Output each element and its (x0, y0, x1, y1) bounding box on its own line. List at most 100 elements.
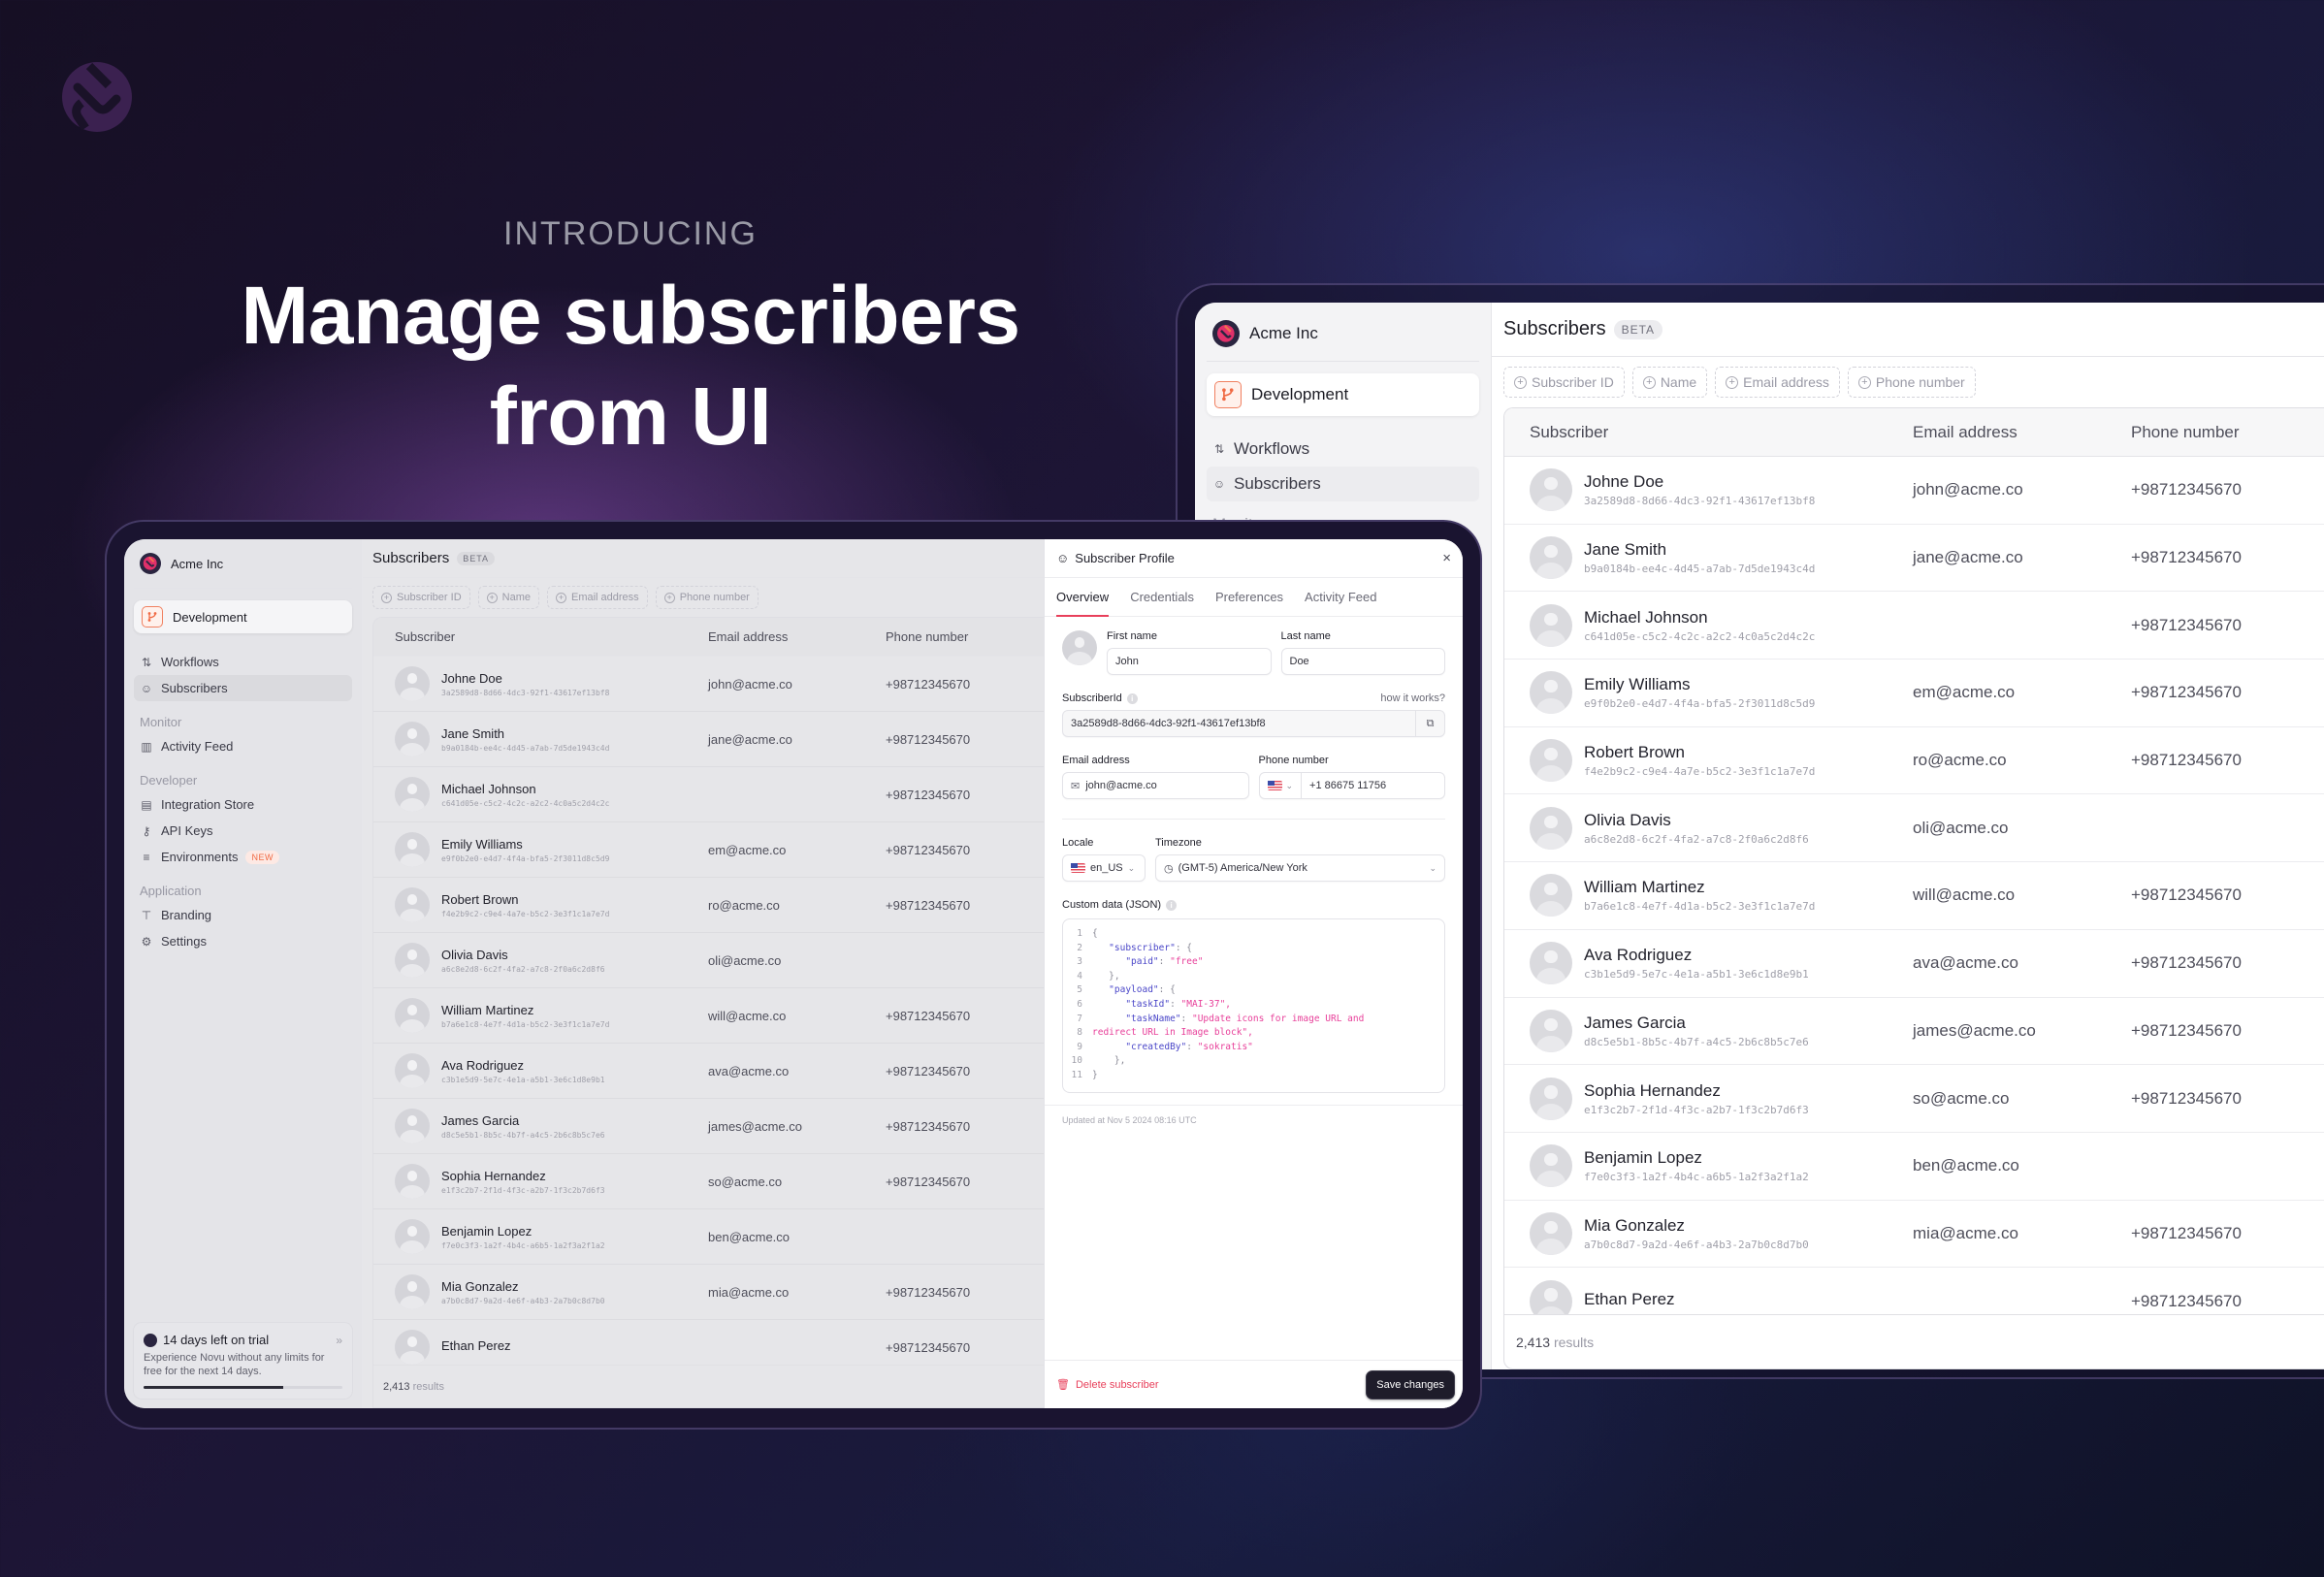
filter-email-address[interactable]: + Email address (546, 586, 648, 609)
filter-name[interactable]: + Name (477, 586, 539, 609)
sidebar-item-api-keys[interactable]: ⚷ API Keys (134, 818, 352, 844)
subscriber-name: James Garcia (1584, 1013, 1686, 1032)
subscriber-name: Sophia Hernandez (441, 1168, 546, 1183)
first-name-input[interactable]: John (1107, 648, 1272, 675)
column-header-phone[interactable]: Phone number (2131, 423, 2240, 442)
info-icon[interactable]: i (1166, 899, 1178, 911)
last-name-input[interactable]: Doe (1280, 648, 1445, 675)
subscriber-id: e1f3c2b7-2f1d-4f3c-a2b7-1f3c2b7d6f3 (441, 1185, 605, 1195)
table-row[interactable]: Michael Johnson c641d05e-c5c2-4c2c-a2c2-4… (1504, 592, 2324, 660)
git-branch-icon (142, 606, 163, 628)
environment-switcher[interactable]: Development (134, 600, 352, 633)
column-header-email[interactable]: Email address (1913, 423, 2131, 442)
table-row[interactable]: Sophia Hernandez e1f3c2b7-2f1d-4f3c-a2b7-… (1504, 1065, 2324, 1133)
code-token: } (1092, 1069, 1098, 1080)
filter-name[interactable]: + Name (1631, 367, 1708, 398)
sidebar-item-subscribers[interactable]: ☺ Subscribers (1207, 467, 1479, 501)
filter-phone-number[interactable]: + Phone number (655, 586, 759, 609)
subscriber-id: f4e2b9c2-c9e4-4a7e-b5c2-3e3f1c1a7e7d (1584, 765, 1816, 779)
filter-label: Email address (570, 592, 639, 603)
table-row[interactable]: Ava Rodriguez c3b1e5d9-5e7c-4e1a-a5b1-3e6… (1504, 930, 2324, 998)
email-cell: jane@acme.co (708, 731, 792, 747)
subscriber-name: Emily Williams (441, 836, 523, 852)
sidebar-item-environments[interactable]: ≡ Environments NEW (134, 844, 352, 870)
filter-email-address[interactable]: + Email address (1715, 367, 1840, 398)
phone-cell: +98712345670 (886, 1174, 971, 1189)
sidebar-item-branding[interactable]: ⊤ Branding (134, 902, 352, 928)
sidebar-item-workflows[interactable]: ⇅ Workflows (1207, 432, 1479, 467)
subscriber-id-field[interactable]: 3a2589d8-8d66-4dc3-92f1-43617ef13bf8 ⧉ (1062, 710, 1445, 737)
code-token: "taskId" (1125, 998, 1171, 1010)
phone-cell: +98712345670 (2131, 480, 2242, 499)
subscriber-cell: William Martinez b7a6e1c8-4e7f-4d1a-b5c2-… (1504, 874, 1913, 917)
line-number: 6 (1077, 998, 1082, 1010)
trial-banner[interactable]: 14 days left on trial » Experience Novu … (134, 1323, 352, 1399)
subscriber-name: Mia Gonzalez (441, 1278, 519, 1294)
table-row[interactable]: Robert Brown f4e2b9c2-c9e4-4a7e-b5c2-3e3f… (1504, 727, 2324, 795)
table-row[interactable]: William Martinez b7a6e1c8-4e7f-4d1a-b5c2-… (1504, 862, 2324, 930)
how-it-works-link[interactable]: how it works? (1380, 692, 1445, 704)
sidebar-item-settings[interactable]: ⚙ Settings (134, 928, 352, 954)
org-switcher[interactable]: Acme Inc (134, 549, 352, 589)
subscriber-id: c3b1e5d9-5e7c-4e1a-a5b1-3e6c1d8e9b1 (441, 1075, 605, 1084)
avatar (1530, 1009, 1572, 1052)
chevrons-right-icon[interactable]: » (336, 1334, 342, 1347)
tab-activity-feed[interactable]: Activity Feed (1305, 578, 1376, 617)
subscriber-name: Mia Gonzalez (1584, 1215, 1685, 1235)
delete-subscriber-button[interactable]: 🗑︎ Delete subscriber (1056, 1378, 1159, 1392)
country-code-select[interactable]: ⌄ (1260, 773, 1303, 798)
tab-preferences[interactable]: Preferences (1215, 578, 1283, 617)
table-row[interactable]: Benjamin Lopez f7e0c3f3-1a2f-4b4c-a6b5-1a… (1504, 1133, 2324, 1201)
subscriber-cell: Jane Smith b9a0184b-ee4c-4d45-a7ab-7d5de1… (1504, 536, 1913, 580)
trial-progress-bar (144, 1386, 342, 1389)
email-input[interactable]: ✉ john@acme.co (1062, 772, 1249, 799)
sidebar-item-integration-store[interactable]: ▤ Integration Store (134, 791, 352, 818)
table-row[interactable]: James Garcia d8c5e5b1-8b5c-4b7f-a4c5-2b6c… (1504, 998, 2324, 1066)
table-row[interactable]: Olivia Davis a6c8e2d8-6c2f-4fa2-a7c8-2f0a… (1504, 794, 2324, 863)
table-row[interactable]: Mia Gonzalez a7b0c8d7-9a2d-4e6f-a4b3-2a7b… (1504, 1201, 2324, 1269)
code-line: 7 "taskName": "Update icons for image UR… (1063, 1013, 1435, 1027)
table-row[interactable]: Jane Smith b9a0184b-ee4c-4d45-a7ab-7d5de1… (1504, 525, 2324, 593)
info-icon[interactable]: i (1126, 692, 1138, 704)
column-header-subscriber[interactable]: Subscriber (1504, 423, 1913, 442)
email-cell: ava@acme.co (1913, 953, 2018, 973)
avatar (1530, 1144, 1572, 1188)
sidebar-item-subscribers[interactable]: ☺ Subscribers (134, 675, 352, 701)
updated-at: Updated at Nov 5 2024 08:16 UTC (1045, 1105, 1463, 1135)
copy-icon[interactable]: ⧉ (1415, 710, 1444, 737)
profile-avatar[interactable] (1062, 630, 1097, 665)
trash-icon: 🗑︎ (1056, 1379, 1070, 1391)
tab-overview[interactable]: Overview (1056, 578, 1109, 617)
hero: INTRODUCING Manage subscribers from UI (194, 215, 1067, 467)
org-switcher[interactable]: Acme Inc (1207, 316, 1479, 362)
column-header-email[interactable]: Email address (708, 629, 886, 644)
table-row[interactable]: Ethan Perez +98712345670 (1504, 1268, 2324, 1314)
save-changes-button[interactable]: Save changes (1366, 1369, 1455, 1400)
custom-data-editor[interactable]: 1{2 "subscriber": {3 "paid": "free" 4 }, 5… (1062, 918, 1445, 1093)
subscriber-cell: Olivia Davis a6c8e2d8-6c2f-4fa2-a7c8-2f0a… (373, 943, 708, 978)
code-token: "subscriber" (1109, 942, 1176, 953)
column-header-subscriber[interactable]: Subscriber (373, 629, 708, 644)
avatar (1530, 603, 1572, 647)
sidebar-item-activity-feed[interactable]: ▥ Activity Feed (134, 733, 352, 759)
email-cell: ben@acme.co (1913, 1156, 2019, 1175)
filter-subscriber-id[interactable]: + Subscriber ID (372, 586, 470, 609)
locale-select[interactable]: en_US ⌄ (1062, 854, 1146, 882)
phone-input[interactable]: ⌄ +1 86675 11756 (1258, 772, 1445, 799)
close-icon[interactable]: × (1442, 550, 1451, 566)
filter-label: Subscriber ID (1532, 374, 1614, 390)
email-cell: mia@acme.co (708, 1284, 790, 1300)
column-header-phone[interactable]: Phone number (886, 629, 968, 644)
avatar (1530, 739, 1572, 783)
filter-phone-number[interactable]: + Phone number (1847, 367, 1976, 398)
subscriber-id-label: SubscriberId (1062, 692, 1122, 704)
filter-subscriber-id[interactable]: + Subscriber ID (1503, 367, 1625, 398)
plus-circle-icon: + (1726, 375, 1739, 389)
results-label: results (412, 1380, 444, 1393)
tab-credentials[interactable]: Credentials (1130, 578, 1194, 617)
table-row[interactable]: Johne Doe 3a2589d8-8d66-4dc3-92f1-43617ef… (1504, 457, 2324, 525)
table-row[interactable]: Emily Williams e9f0b2e0-e4d7-4f4a-bfa5-2f… (1504, 660, 2324, 727)
timezone-select[interactable]: ◷ (GMT-5) America/New York ⌄ (1155, 854, 1445, 882)
sidebar-item-workflows[interactable]: ⇅ Workflows (134, 649, 352, 675)
environment-switcher[interactable]: Development (1207, 373, 1479, 416)
